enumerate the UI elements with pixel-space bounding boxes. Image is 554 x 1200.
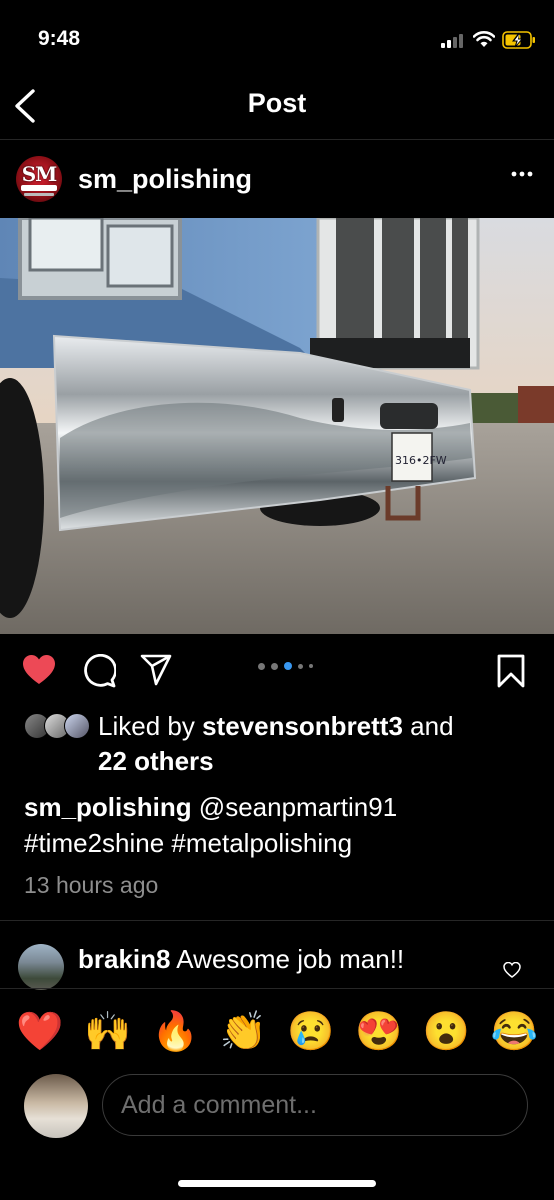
like-button[interactable] bbox=[22, 654, 56, 686]
header-divider bbox=[0, 139, 554, 140]
battery-charging-icon bbox=[502, 31, 535, 49]
emoji-laughing-button[interactable]: 😂 bbox=[489, 1010, 539, 1054]
carousel-dot-active bbox=[284, 662, 292, 670]
emoji-crying-button[interactable]: 😢 bbox=[286, 1010, 336, 1054]
liked-by-user[interactable]: stevensonbrett3 bbox=[202, 711, 403, 741]
current-user-avatar bbox=[24, 1074, 88, 1138]
emoji-clap-button[interactable]: 👏 bbox=[218, 1010, 268, 1054]
carousel-dot bbox=[271, 662, 278, 670]
carousel-indicator bbox=[258, 662, 313, 670]
emoji-reaction-bar: ❤️ 🙌 🔥 👏 😢 😍 😮 😂 bbox=[0, 1010, 554, 1054]
truck-bumper-image: 316•2FW bbox=[0, 218, 554, 634]
logo-banner-small bbox=[24, 193, 54, 196]
cellular-signal-icon bbox=[441, 32, 465, 48]
carousel-dot bbox=[298, 663, 303, 669]
sm-logo-icon: SM bbox=[21, 162, 58, 186]
caption-hashtags[interactable]: #time2shine #metalpolishing bbox=[24, 828, 352, 859]
liked-by-text[interactable]: Liked by stevensonbrett3 and bbox=[98, 711, 454, 742]
emoji-divider bbox=[0, 988, 554, 989]
emoji-surprised-button[interactable]: 😮 bbox=[421, 1010, 471, 1054]
liker-avatars[interactable] bbox=[24, 713, 90, 739]
commenter-avatar[interactable] bbox=[18, 944, 64, 990]
logo-banner bbox=[21, 185, 57, 191]
commenter-username[interactable]: brakin8 bbox=[78, 944, 171, 974]
comments-divider bbox=[0, 920, 554, 921]
add-comment-input[interactable] bbox=[102, 1074, 528, 1136]
caption-line: sm_polishing @seanpmartin91 bbox=[24, 792, 397, 823]
liked-by-and: and bbox=[402, 711, 454, 741]
author-avatar[interactable]: SM bbox=[16, 156, 62, 202]
page-title: Post bbox=[247, 88, 307, 118]
svg-text:316•2FW: 316•2FW bbox=[395, 454, 447, 467]
liker-avatar bbox=[64, 713, 90, 739]
caption-mention[interactable]: @seanpmartin91 bbox=[192, 792, 397, 822]
caption-username[interactable]: sm_polishing bbox=[24, 792, 192, 822]
emoji-raised-hands-button[interactable]: 🙌 bbox=[83, 1010, 133, 1054]
post-photo[interactable]: 316•2FW bbox=[0, 218, 554, 634]
save-button[interactable] bbox=[497, 654, 525, 688]
home-indicator[interactable] bbox=[178, 1180, 376, 1187]
post-timestamp: 13 hours ago bbox=[24, 872, 159, 898]
share-button[interactable] bbox=[140, 654, 172, 686]
emoji-heart-button[interactable]: ❤️ bbox=[15, 1010, 65, 1054]
liked-by-prefix: Liked by bbox=[98, 711, 203, 741]
wifi-icon bbox=[473, 31, 495, 47]
emoji-fire-button[interactable]: 🔥 bbox=[150, 1010, 200, 1054]
comment-body: Awesome job man!! bbox=[170, 944, 405, 974]
status-time: 9:48 bbox=[38, 27, 81, 50]
carousel-dot bbox=[309, 664, 313, 668]
comment-like-icon[interactable] bbox=[503, 962, 521, 978]
comment-text: brakin8 Awesome job man!! bbox=[78, 944, 404, 975]
more-options-icon[interactable] bbox=[511, 171, 533, 177]
author-username[interactable]: sm_polishing bbox=[78, 164, 252, 195]
likes-others-link[interactable]: 22 others bbox=[98, 746, 214, 777]
carousel-dot bbox=[258, 662, 265, 670]
comment-button[interactable] bbox=[82, 654, 116, 688]
emoji-heart-eyes-button[interactable]: 😍 bbox=[354, 1010, 404, 1054]
